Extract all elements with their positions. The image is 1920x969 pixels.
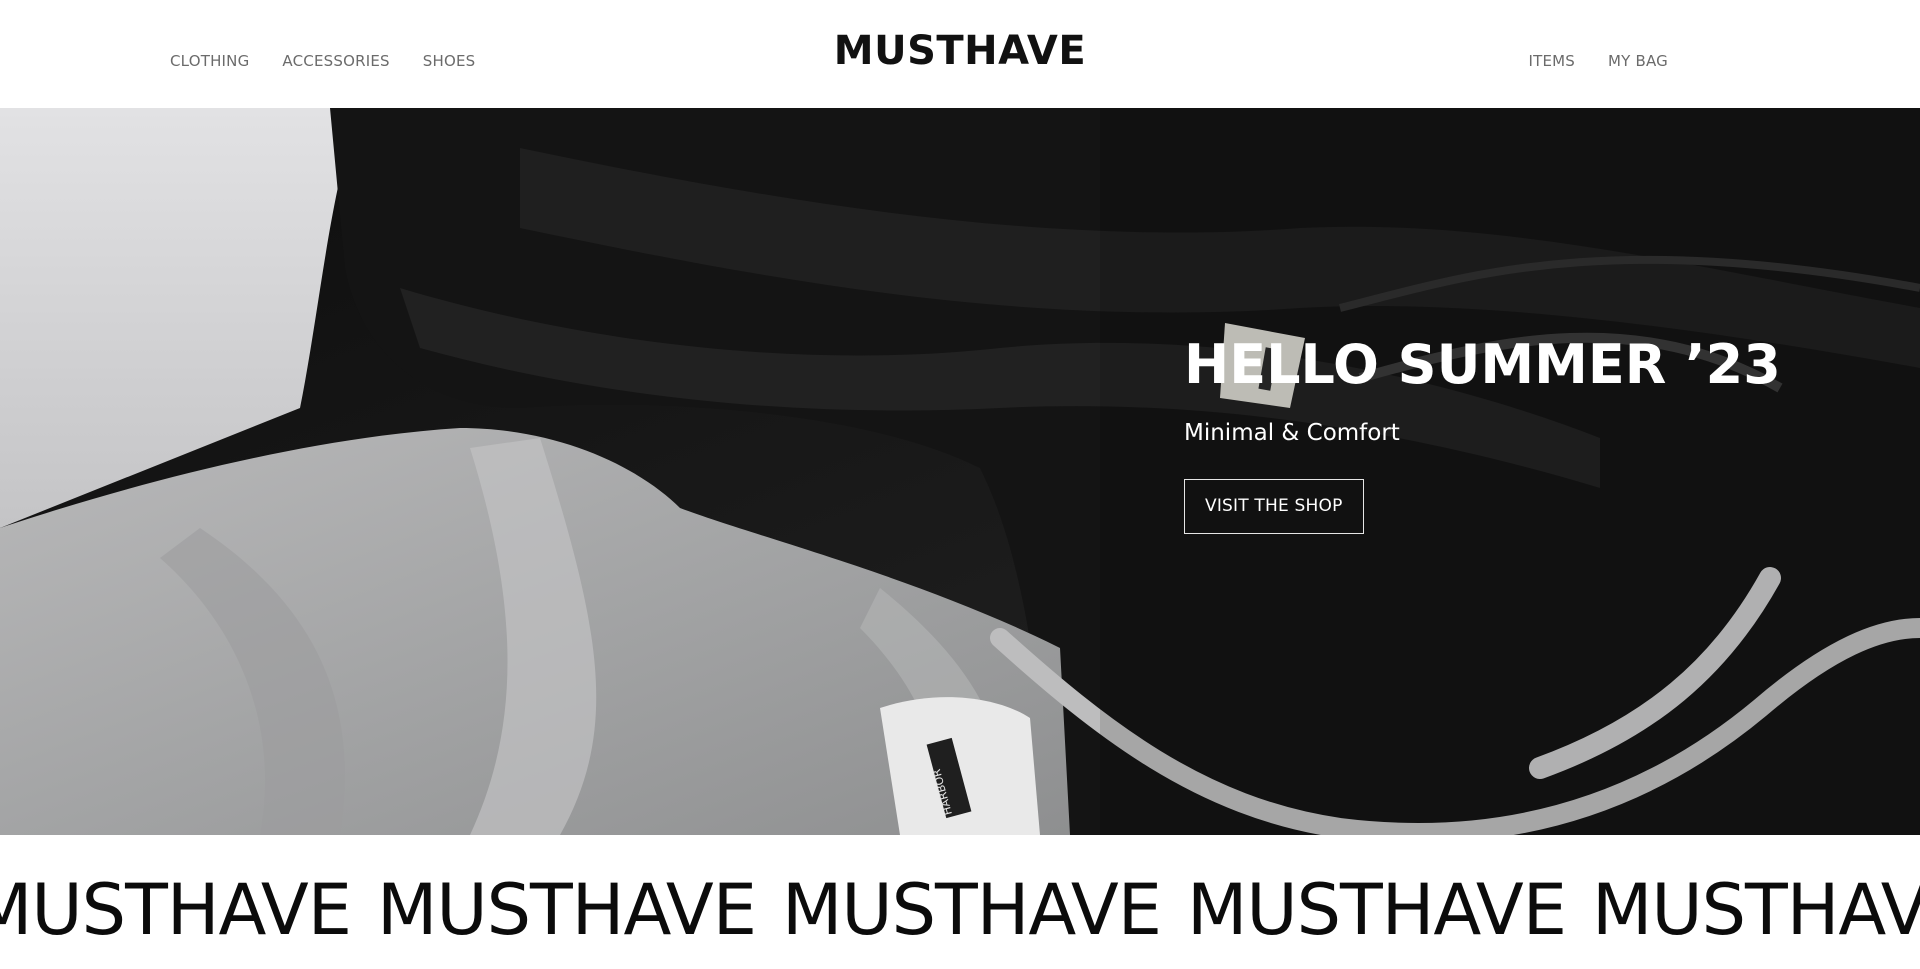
marquee-word: MUSTHAVE xyxy=(376,869,757,951)
nav-link-items[interactable]: ITEMS xyxy=(1528,52,1575,70)
marquee-word: MUSTHAVE xyxy=(1591,869,1920,951)
brand-marquee: MUSTHAVE MUSTHAVE MUSTHAVE MUSTHAVE MUST… xyxy=(0,835,1920,969)
marquee-word: MUSTHAVE xyxy=(781,869,1162,951)
hero-content: HELLO SUMMER ’23 Minimal & Comfort VISIT… xyxy=(1184,338,1781,534)
marquee-track: MUSTHAVE MUSTHAVE MUSTHAVE MUSTHAVE MUST… xyxy=(0,875,1920,945)
site-header: CLOTHING ACCESSORIES SHOES MUSTHAVE ITEM… xyxy=(0,0,1920,108)
marquee-word: MUSTHAVE xyxy=(0,869,352,951)
secondary-nav: ITEMS MY BAG xyxy=(1528,52,1668,70)
hero-banner: HARBOR HELLO SUMMER ’23 Minimal & Comfor… xyxy=(0,108,1920,835)
hero-subtitle: Minimal & Comfort xyxy=(1184,420,1400,446)
hero-title: HELLO SUMMER ’23 xyxy=(1184,333,1781,396)
visit-shop-button[interactable]: VISIT THE SHOP xyxy=(1184,479,1364,534)
marquee-word: MUSTHAVE xyxy=(1186,869,1567,951)
nav-link-my-bag[interactable]: MY BAG xyxy=(1608,52,1668,70)
